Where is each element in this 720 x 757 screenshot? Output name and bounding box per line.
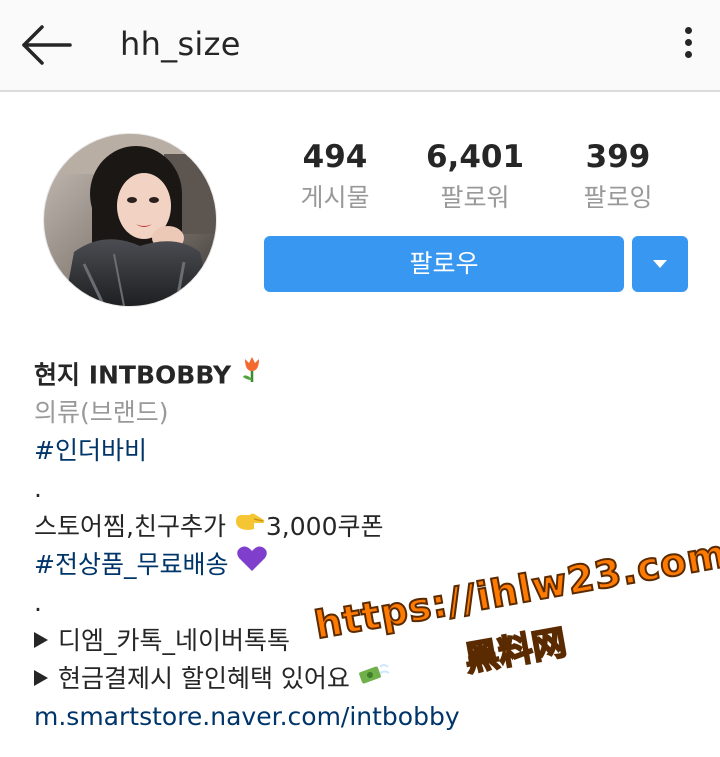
chevron-down-icon <box>653 260 667 268</box>
flying-money-icon <box>358 658 390 696</box>
stat-followers[interactable]: 6,401 팔로워 <box>400 138 550 214</box>
followers-label: 팔로워 <box>440 183 510 212</box>
followers-count: 6,401 <box>425 139 525 175</box>
bio-dm-line: 디엠_카톡_네이버톡톡 <box>34 622 694 660</box>
following-label: 팔로잉 <box>583 183 653 212</box>
profile-avatar[interactable] <box>44 134 216 306</box>
more-vertical-icon <box>678 27 698 58</box>
bio-hashtag-line-2: #전상품_무료배송 <box>34 546 694 584</box>
triangle-bullet-icon <box>34 670 48 686</box>
follow-button[interactable]: 팔로우 <box>264 236 624 292</box>
cash-text: 현금결제시 할인혜택 있어요 <box>58 664 350 693</box>
bio-store-line: 스토어찜,친구추가 3,000쿠폰 <box>34 508 694 546</box>
instagram-profile-screen: hh_size 494 게시물 6,401 팔로워 399 팔로잉 팔로우 현지… <box>0 0 720 757</box>
triangle-bullet-icon <box>34 632 48 648</box>
website-link[interactable]: m.smartstore.naver.com/intbobby <box>34 702 460 731</box>
top-app-bar: hh_size <box>0 0 720 92</box>
following-count: 399 <box>585 139 651 175</box>
pointing-hand-icon <box>234 506 266 544</box>
posts-count: 494 <box>302 139 368 175</box>
more-options-button[interactable] <box>678 24 698 68</box>
profile-name: 현지 INTBOBBY <box>34 360 232 390</box>
purple-heart-icon <box>236 544 268 583</box>
arrow-left-icon <box>22 25 72 65</box>
coupon-text: 3,000쿠폰 <box>265 512 384 541</box>
stat-following[interactable]: 399 팔로잉 <box>543 138 693 214</box>
posts-label: 게시물 <box>300 183 370 212</box>
tulip-icon <box>239 353 265 394</box>
bio-link-line: m.smartstore.naver.com/intbobby <box>34 698 694 736</box>
stat-posts[interactable]: 494 게시물 <box>260 138 410 214</box>
bio-name-line: 현지 INTBOBBY <box>34 356 694 394</box>
bio-dot-line-2: . <box>34 588 42 617</box>
bio-hashtag-line-1: #인더바비 <box>34 432 694 470</box>
avatar-photo <box>44 134 216 306</box>
dm-text: 디엠_카톡_네이버톡톡 <box>58 626 291 655</box>
suggested-accounts-button[interactable] <box>632 236 688 292</box>
profile-username: hh_size <box>120 25 241 63</box>
back-button[interactable] <box>18 20 78 70</box>
profile-category: 의류(브랜드) <box>34 398 169 427</box>
profile-bio: 현지 INTBOBBY 의류(브랜드) #인더바비 . 스토어찜,친구추가 3,… <box>34 356 694 736</box>
bio-dot-line-1: . <box>34 474 42 503</box>
hashtag-link[interactable]: #인더바비 <box>34 436 147 465</box>
bio-cash-line: 현금결제시 할인혜택 있어요 <box>34 660 694 698</box>
hashtag-link[interactable]: #전상품_무료배송 <box>34 550 228 579</box>
store-text: 스토어찜,친구추가 <box>34 512 234 541</box>
